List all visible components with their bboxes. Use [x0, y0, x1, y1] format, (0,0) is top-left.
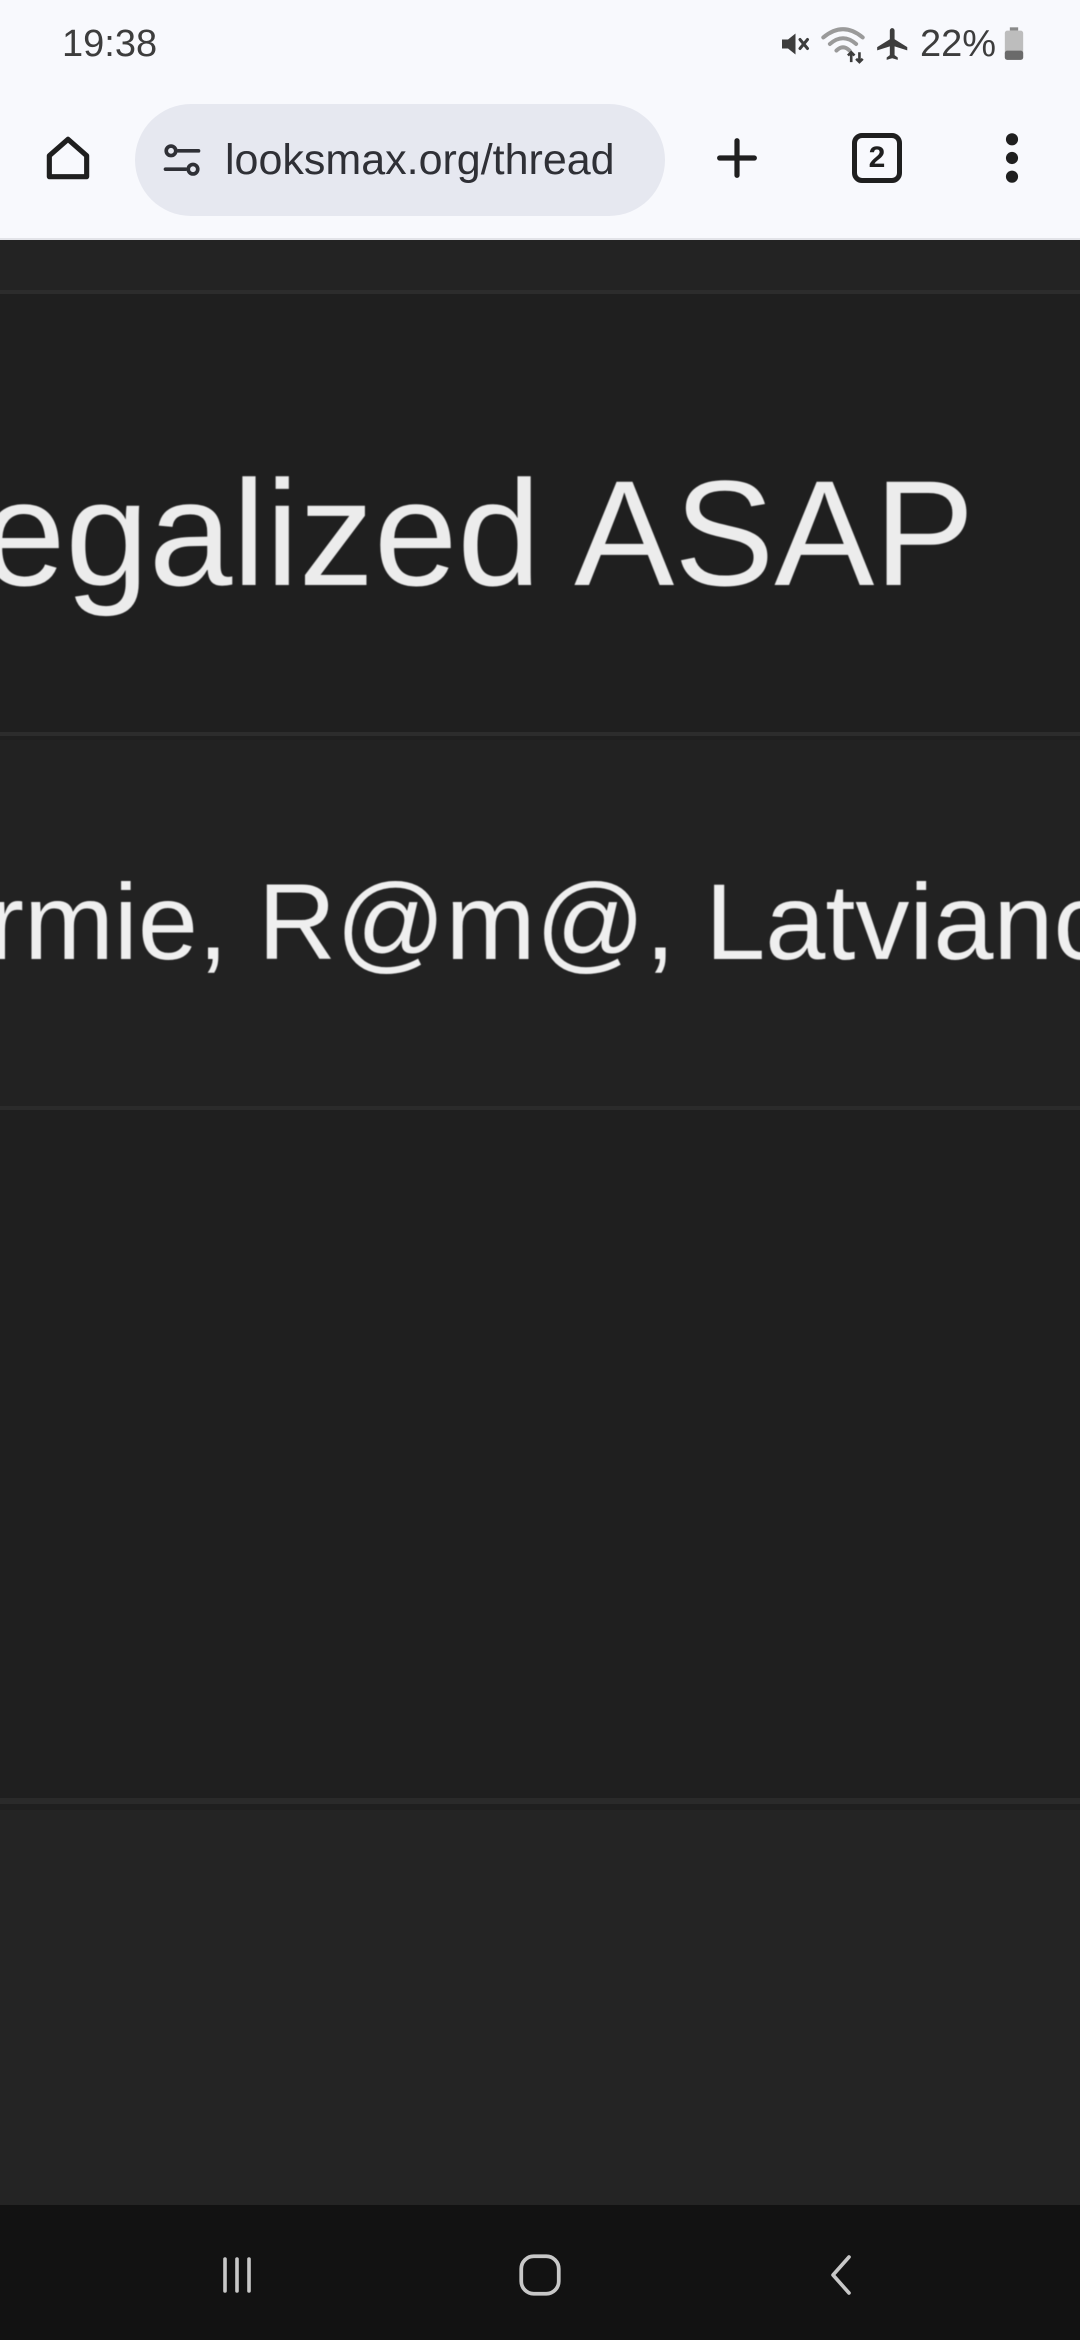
- mute-icon: [776, 26, 812, 62]
- plus-icon: [717, 138, 757, 178]
- recents-button[interactable]: [197, 2235, 277, 2315]
- battery-icon: [1004, 27, 1024, 61]
- status-time: 19:38: [62, 23, 158, 65]
- address-bar[interactable]: looksmax.org/thread: [135, 104, 665, 216]
- recents-icon: [223, 2257, 251, 2293]
- thread-viewers-block: rmie, R@m@, Latvianc: [0, 740, 1080, 1110]
- system-nav-bar: [0, 2205, 1080, 2340]
- status-bar: 19:38 22%: [0, 0, 1080, 88]
- content-panel: [0, 1114, 1080, 1804]
- web-content[interactable]: egalized ASAP rmie, R@m@, Latvianc: [0, 240, 1080, 2205]
- url-text: looksmax.org/thread: [225, 135, 615, 184]
- back-icon: [831, 2255, 851, 2295]
- airplane-mode-icon: [874, 25, 912, 63]
- home-button[interactable]: [28, 118, 108, 198]
- new-tab-button[interactable]: [697, 118, 777, 198]
- home-circle-icon: [519, 2254, 561, 2296]
- page-header-strip: [0, 240, 1080, 294]
- thread-title-block: egalized ASAP: [0, 298, 1080, 736]
- back-button[interactable]: [803, 2235, 883, 2315]
- thread-viewers-list[interactable]: rmie, R@m@, Latvianc: [0, 868, 1080, 976]
- wifi-icon: [820, 24, 866, 64]
- thread-title: egalized ASAP: [0, 449, 975, 617]
- site-settings-icon[interactable]: [157, 135, 207, 185]
- tab-count: 2: [868, 141, 886, 174]
- battery-percentage: 22%: [919, 23, 996, 65]
- more-vert-icon: [1005, 133, 1019, 183]
- tab-switcher-button[interactable]: 2: [837, 118, 917, 198]
- browser-toolbar: looksmax.org/thread 2: [0, 88, 1080, 240]
- system-home-button[interactable]: [500, 2235, 580, 2315]
- status-icons: 22%: [776, 18, 1024, 70]
- tabs-icon: 2: [852, 133, 902, 183]
- home-icon: [46, 136, 90, 180]
- more-menu-button[interactable]: [972, 118, 1052, 198]
- footer-panel: [0, 1810, 1080, 2205]
